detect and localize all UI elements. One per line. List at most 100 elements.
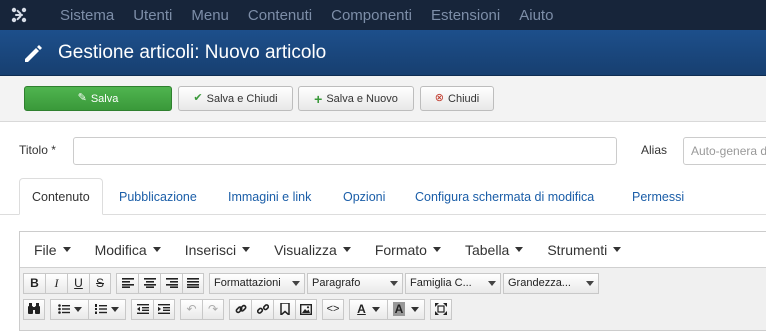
tab-pubblicazione[interactable]: Pubblicazione [119,178,197,215]
save-button[interactable]: ✎ Salva [24,86,172,111]
bookmark-icon[interactable] [273,298,295,320]
edit-icon: ✎ [77,92,87,104]
editor-menu-inserisci[interactable]: Inserisci [184,241,251,258]
code-icon[interactable]: <> [322,298,344,320]
align-group [116,272,204,294]
formats-dropdown-label: Formattazioni [214,277,281,289]
unlink-icon[interactable] [251,298,273,320]
italic-icon[interactable]: I [45,272,67,294]
block-format-label: Paragrafo [312,277,361,289]
menu-aiuto[interactable]: Aiuto [519,7,553,24]
rich-text-editor: File Modifica Inserisci Visualizza Forma… [19,231,766,331]
editor-menu-tabella[interactable]: Tabella [464,241,524,258]
chevron-down-icon [342,247,351,252]
align-justify-icon[interactable] [182,272,204,294]
editor-menu-strumenti-label: Strumenti [547,241,608,258]
chevron-down-icon [242,247,251,252]
link-icon[interactable] [229,298,251,320]
redo-icon[interactable]: ↷ [202,298,224,320]
action-toolbar: ✎ Salva ✔ Salva e Chiudi + Salva e Nuovo… [0,76,766,122]
menu-sistema[interactable]: Sistema [60,7,114,24]
tab-immagini-link[interactable]: Immagini e link [228,178,311,215]
editor-menu-modifica-label: Modifica [94,241,147,258]
editor-menu-file[interactable]: File [34,242,71,258]
editor-menu-visualizza[interactable]: Visualizza [274,242,351,258]
menu-estensioni[interactable]: Estensioni [431,7,500,24]
save-close-label: Salva e Chiudi [206,92,278,105]
align-right-icon[interactable] [160,272,182,294]
image-icon[interactable] [295,298,317,320]
menu-menu[interactable]: Menu [191,7,229,24]
save-close-button[interactable]: ✔ Salva e Chiudi [178,86,293,111]
editor-menu-tabella-label: Tabella [464,241,510,258]
editor-menu-modifica[interactable]: Modifica [95,242,161,258]
tab-opzioni[interactable]: Opzioni [343,178,385,215]
tab-permessi[interactable]: Permessi [632,178,684,215]
menu-contenuti[interactable]: Contenuti [248,7,312,24]
tab-contenuto[interactable]: Contenuto [19,178,103,215]
chevron-down-icon [371,306,380,312]
chevron-down-icon [586,280,594,286]
editor-menu-strumenti[interactable]: Strumenti [547,241,622,258]
chevron-down-icon [515,247,524,252]
strikethrough-icon[interactable]: S [89,272,111,294]
undo-icon[interactable]: ↶ [180,298,202,320]
page-title: Gestione articoli: Nuovo articolo [58,41,327,63]
bold-icon[interactable]: B [23,272,45,294]
editor-menu-visualizza-label: Visualizza [274,241,337,258]
text-style-group: B I U S [23,272,111,294]
chevron-down-icon [62,247,71,252]
font-family-dropdown[interactable]: Famiglia C... [405,272,501,294]
tab-configura-schermata[interactable]: Configura schermata di modifica [415,178,594,215]
title-label: Titolo * [19,143,56,157]
bullet-list-icon[interactable] [50,298,88,320]
alias-label: Alias [641,143,668,157]
font-size-label: Grandezza... [508,277,571,289]
chevron-down-icon [390,280,398,286]
history-group: ↶ ↷ [180,298,224,320]
chevron-down-icon [613,247,622,252]
background-color-glyph: A [392,302,406,316]
save-new-button[interactable]: + Salva e Nuovo [298,86,414,111]
pencil-icon [25,44,42,62]
editor-toolbar-row-2: ↶ ↷ <> A A [23,298,452,320]
close-button-label: Chiudi [448,92,480,105]
menu-utenti[interactable]: Utenti [133,7,172,24]
formats-dropdown[interactable]: Formattazioni [209,272,305,294]
align-left-icon[interactable] [116,272,138,294]
save-new-label: Salva e Nuovo [326,92,398,105]
close-button[interactable]: ⊗ Chiudi [420,86,494,111]
editor-menu-file-label: File [34,241,57,258]
check-icon: ✔ [193,92,203,104]
chevron-down-icon [411,306,420,312]
insert-group [229,298,317,320]
fullscreen-icon[interactable] [430,298,452,320]
title-input[interactable] [73,137,617,165]
outdent-icon[interactable] [131,298,153,320]
top-navbar: Sistema Utenti Menu Contenuti Componenti… [0,0,766,30]
binoculars-icon[interactable] [23,298,45,320]
text-color-glyph: A [357,302,366,316]
text-color-icon[interactable]: A [349,298,387,320]
editor-menu-inserisci-label: Inserisci [184,241,237,258]
save-button-label: Salva [90,92,119,105]
plus-icon: + [314,90,323,107]
chevron-down-icon [73,306,82,312]
block-format-dropdown[interactable]: Paragrafo [307,272,403,294]
numbered-list-icon[interactable] [88,298,126,320]
editor-menu-formato[interactable]: Formato [375,242,441,258]
list-group [50,298,126,320]
font-size-dropdown[interactable]: Grandezza... [503,272,599,294]
underline-icon[interactable]: U [67,272,89,294]
chevron-down-icon [292,280,300,286]
page-header: Gestione articoli: Nuovo articolo [0,30,766,76]
joomla-logo-icon[interactable] [0,0,38,30]
alias-input[interactable]: Auto-genera d [683,137,766,165]
color-group: A A [349,298,425,320]
indent-icon[interactable] [153,298,175,320]
editor-toolbar-row-1: B I U S Formattazioni Paragrafo Famiglia… [23,272,599,294]
align-center-icon[interactable] [138,272,160,294]
indent-group [131,298,175,320]
background-color-icon[interactable]: A [387,298,425,320]
menu-componenti[interactable]: Componenti [331,7,412,24]
